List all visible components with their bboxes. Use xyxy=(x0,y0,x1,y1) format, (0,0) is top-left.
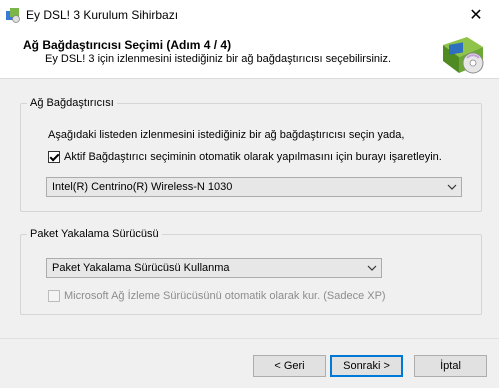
adapter-select-value: Intel(R) Centrino(R) Wireless-N 1030 xyxy=(52,181,233,193)
close-icon: ✕ xyxy=(469,7,483,24)
auto-adapter-checkbox-label[interactable]: Aktif Bağdaştırıcı seçiminin otomatik ol… xyxy=(64,151,442,163)
ms-monitor-checkbox xyxy=(48,290,60,302)
network-disc-install-icon xyxy=(437,31,489,77)
chevron-down-icon[interactable] xyxy=(443,178,461,196)
adapter-select[interactable]: Intel(R) Centrino(R) Wireless-N 1030 xyxy=(46,177,462,197)
cancel-button[interactable]: İptal xyxy=(414,355,487,377)
ms-monitor-checkbox-label: Microsoft Ağ İzleme Sürücüsünü otomatik … xyxy=(64,290,386,302)
title-bar: Ey DSL! 3 Kurulum Sihirbazı ✕ xyxy=(0,0,499,30)
step-title: Ağ Bağdaştırıcısı Seçimi (Adım 4 / 4) xyxy=(23,38,232,52)
next-button[interactable]: Sonraki > xyxy=(330,355,403,377)
chevron-down-icon[interactable] xyxy=(363,259,381,277)
capture-driver-select-value: Paket Yakalama Sürücüsü Kullanma xyxy=(52,262,230,274)
step-subtitle: Ey DSL! 3 için izlenmesini istediğiniz b… xyxy=(45,53,392,65)
adapter-group-legend: Ağ Bağdaştırıcısı xyxy=(30,97,114,109)
ms-monitor-checkbox-row: Microsoft Ağ İzleme Sürücüsünü otomatik … xyxy=(48,290,386,302)
footer-divider xyxy=(0,338,499,339)
wizard-header: Ağ Bağdaştırıcısı Seçimi (Adım 4 / 4) Ey… xyxy=(0,30,499,79)
close-button[interactable]: ✕ xyxy=(453,0,499,30)
window-title: Ey DSL! 3 Kurulum Sihirbazı xyxy=(26,8,179,22)
back-button[interactable]: < Geri xyxy=(253,355,326,377)
capture-driver-select[interactable]: Paket Yakalama Sürücüsü Kullanma xyxy=(46,258,382,278)
capture-driver-group-legend: Paket Yakalama Sürücüsü xyxy=(30,228,159,240)
auto-adapter-checkbox-row[interactable]: Aktif Bağdaştırıcı seçiminin otomatik ol… xyxy=(48,151,442,163)
adapter-description: Aşağıdaki listeden izlenmesini istediğin… xyxy=(48,129,405,141)
installer-app-icon xyxy=(5,7,21,23)
auto-adapter-checkbox[interactable] xyxy=(48,151,60,163)
